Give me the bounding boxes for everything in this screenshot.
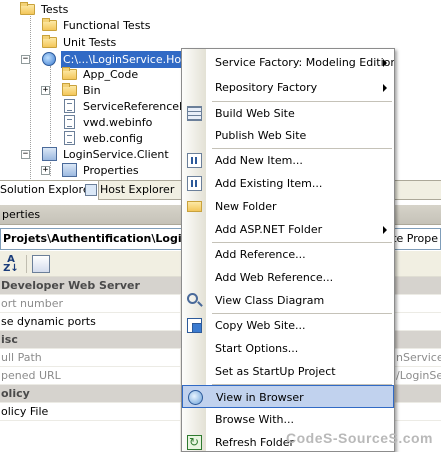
menu-item-view-in-browser[interactable]: View in Browser (182, 385, 394, 408)
file-icon (64, 99, 75, 113)
properties-icon (62, 163, 77, 177)
toolbar-separator (26, 255, 27, 273)
watermark: CodeS-SourceS.com (286, 430, 433, 446)
tab-host-explorer[interactable]: Host Explorer (82, 181, 178, 200)
menu-item-repository-factory[interactable]: Repository Factory (182, 76, 394, 99)
menu-item-new-folder[interactable]: New Folder (182, 195, 394, 218)
collapse-toggle[interactable]: − (21, 55, 30, 64)
collapse-toggle[interactable]: − (21, 150, 30, 159)
project-icon (42, 147, 57, 161)
browser-icon (188, 390, 203, 405)
host-explorer-icon (85, 184, 97, 196)
folder-icon (20, 2, 35, 15)
property-pages-icon[interactable] (32, 255, 50, 273)
menu-item-build-web-site[interactable]: Build Web Site (182, 102, 394, 125)
add-existing-item-icon (187, 176, 202, 191)
tree-line (50, 66, 51, 144)
menu-item-service-factory[interactable]: Service Factory: Modeling Edition (182, 51, 394, 74)
menu-item-start-options[interactable]: Start Options... (182, 337, 394, 360)
menu-item-add-reference[interactable]: Add Reference... (182, 243, 394, 266)
tree-line (30, 9, 31, 179)
copy-web-site-icon (187, 318, 202, 333)
class-diagram-icon (187, 293, 198, 304)
config-file-icon (64, 131, 75, 145)
menu-item-add-web-reference[interactable]: Add Web Reference... (182, 266, 394, 289)
folder-icon (62, 67, 77, 80)
menu-item-add-new-item[interactable]: Add New Item... (182, 149, 394, 172)
alphabetical-sort-icon[interactable]: A Z↓ (2, 255, 20, 274)
folder-icon (62, 83, 77, 96)
menu-item-publish-web-site[interactable]: Publish Web Site (182, 124, 394, 147)
add-new-item-icon (187, 153, 202, 168)
submenu-arrow-icon (383, 59, 387, 67)
expand-toggle[interactable]: + (41, 86, 50, 95)
folder-icon (42, 35, 57, 48)
refresh-icon (187, 431, 202, 451)
menu-item-browse-with[interactable]: Browse With... (182, 408, 394, 431)
menu-item-set-as-startup-project[interactable]: Set as StartUp Project (182, 360, 394, 383)
submenu-arrow-icon (383, 84, 387, 92)
submenu-arrow-icon (383, 226, 387, 234)
folder-icon (187, 201, 202, 212)
tree-line (50, 162, 51, 176)
build-icon (187, 106, 202, 121)
folder-icon (42, 18, 57, 31)
menu-item-copy-web-site[interactable]: Copy Web Site... (182, 314, 394, 337)
expand-toggle[interactable]: + (41, 166, 50, 175)
context-menu: Service Factory: Modeling Edition Reposi… (181, 48, 395, 452)
menu-item-add-existing-item[interactable]: Add Existing Item... (182, 172, 394, 195)
menu-item-view-class-diagram[interactable]: View Class Diagram (182, 289, 394, 312)
web-project-icon (42, 52, 56, 66)
file-icon (64, 115, 75, 129)
menu-item-add-aspnet-folder[interactable]: Add ASP.NET Folder (182, 218, 394, 241)
